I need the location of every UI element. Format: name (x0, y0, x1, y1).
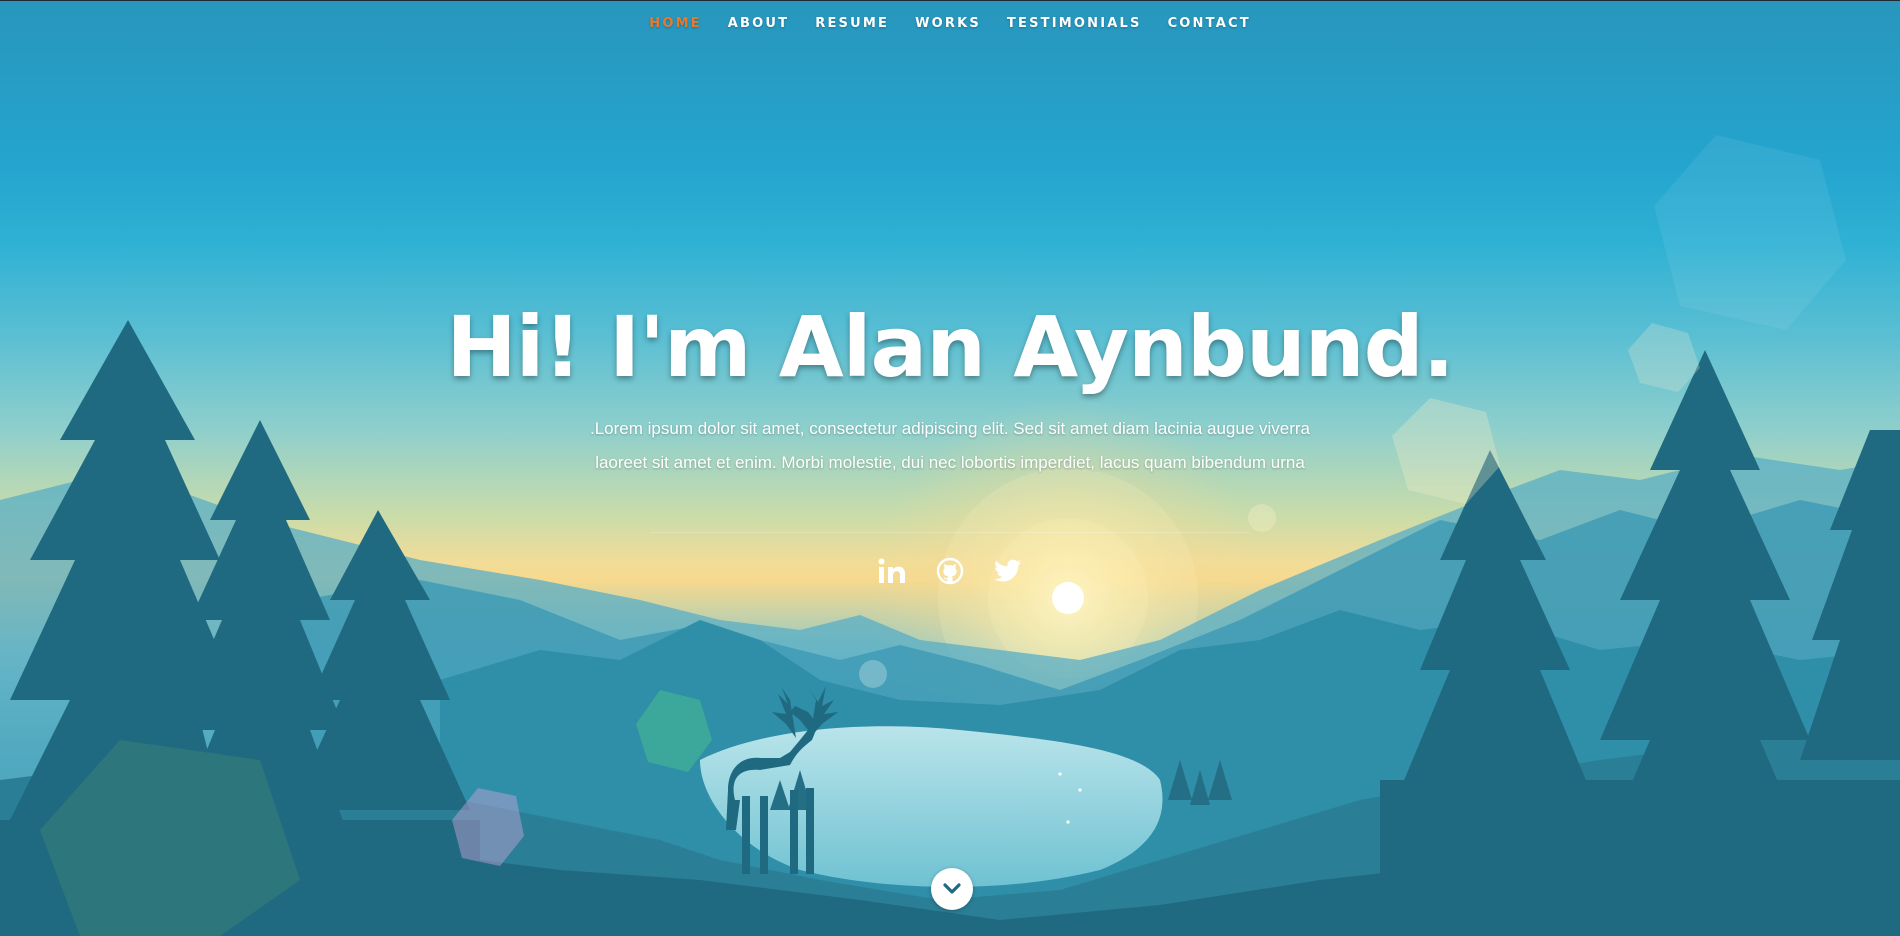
github-icon (936, 557, 964, 585)
nav-home[interactable]: HOME (636, 0, 715, 48)
social-links (0, 556, 1900, 586)
chevron-down-icon (943, 883, 961, 894)
hero-divider (650, 532, 1250, 533)
linkedin-link[interactable] (877, 556, 907, 586)
hero-headline: Hi! I'm Alan Aynbund. (446, 298, 1454, 396)
nav-resume[interactable]: RESUME (802, 0, 902, 48)
twitter-icon (994, 559, 1021, 582)
main-navigation: HOME ABOUT RESUME WORKS TESTIMONIALS CON… (0, 0, 1900, 48)
scroll-down-button[interactable] (931, 868, 973, 910)
hero-section: HOME ABOUT RESUME WORKS TESTIMONIALS CON… (0, 0, 1900, 936)
linkedin-icon (878, 558, 905, 583)
nav-testimonials[interactable]: TESTIMONIALS (994, 0, 1155, 48)
nav-works[interactable]: WORKS (902, 0, 994, 48)
twitter-link[interactable] (993, 556, 1023, 586)
nav-contact[interactable]: CONTACT (1155, 0, 1264, 48)
github-link[interactable] (935, 556, 965, 586)
hero-intro-text: .Lorem ipsum dolor sit amet, consectetur… (590, 419, 1311, 472)
nav-about[interactable]: ABOUT (715, 0, 802, 48)
